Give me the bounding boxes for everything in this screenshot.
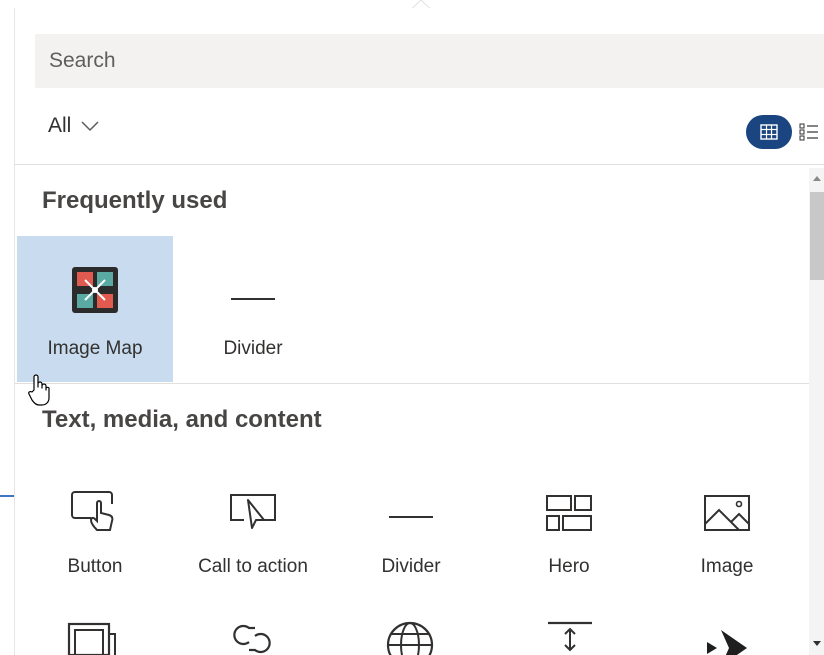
chevron-down-icon bbox=[81, 121, 99, 132]
tile-hero[interactable]: Hero bbox=[491, 454, 647, 600]
filter-label: All bbox=[48, 114, 72, 137]
search-placeholder: Search bbox=[49, 49, 116, 72]
image-icon bbox=[703, 472, 751, 532]
tile-label: Button bbox=[67, 556, 123, 577]
image-map-icon bbox=[71, 254, 119, 314]
tile-image[interactable]: Image bbox=[649, 454, 805, 600]
web-part-toolbox: Search All Frequently used Image Map Div… bbox=[14, 8, 824, 655]
globe-icon[interactable] bbox=[385, 620, 435, 655]
embed-icon[interactable] bbox=[67, 620, 117, 655]
tile-image-map[interactable]: Image Map bbox=[17, 236, 173, 382]
scroll-down-icon[interactable] bbox=[812, 640, 822, 648]
tile-label: Divider bbox=[381, 556, 441, 577]
header-divider bbox=[15, 164, 824, 165]
divider-icon bbox=[230, 254, 276, 314]
section-divider bbox=[15, 383, 809, 384]
divider-icon bbox=[388, 472, 434, 532]
tile-label: Hero bbox=[548, 556, 590, 577]
filter-dropdown[interactable]: All bbox=[48, 114, 99, 138]
link-icon[interactable] bbox=[227, 622, 277, 655]
button-icon bbox=[71, 472, 119, 532]
tile-button[interactable]: Button bbox=[17, 454, 173, 600]
tile-label: Image bbox=[700, 556, 754, 577]
scroll-thumb[interactable] bbox=[810, 192, 824, 280]
hero-icon bbox=[545, 472, 593, 532]
hand-cursor-icon bbox=[28, 374, 50, 406]
list-view-icon bbox=[799, 123, 818, 141]
tile-divider[interactable]: Divider bbox=[175, 236, 331, 382]
scroll-up-icon[interactable] bbox=[812, 174, 822, 182]
tile-label: Call to action bbox=[198, 556, 308, 577]
page-edge-line bbox=[0, 495, 14, 497]
tile-call-to-action[interactable]: Call to action bbox=[175, 454, 331, 600]
spacer-icon[interactable] bbox=[545, 620, 595, 655]
grid-view-icon bbox=[760, 124, 778, 140]
scrollbar[interactable] bbox=[809, 168, 824, 655]
list-view-button[interactable] bbox=[798, 115, 820, 149]
grid-view-button[interactable] bbox=[746, 115, 792, 149]
call-to-action-icon bbox=[228, 472, 278, 532]
section-title-text-media-content: Text, media, and content bbox=[42, 406, 322, 433]
search-input[interactable]: Search bbox=[35, 34, 824, 88]
view-toggle bbox=[746, 115, 820, 149]
section-title-frequently-used: Frequently used bbox=[42, 187, 228, 214]
stream-icon[interactable] bbox=[703, 620, 753, 655]
tile-label: Image Map bbox=[47, 338, 143, 359]
tile-label: Divider bbox=[223, 338, 283, 359]
tile-divider-2[interactable]: Divider bbox=[333, 454, 489, 600]
